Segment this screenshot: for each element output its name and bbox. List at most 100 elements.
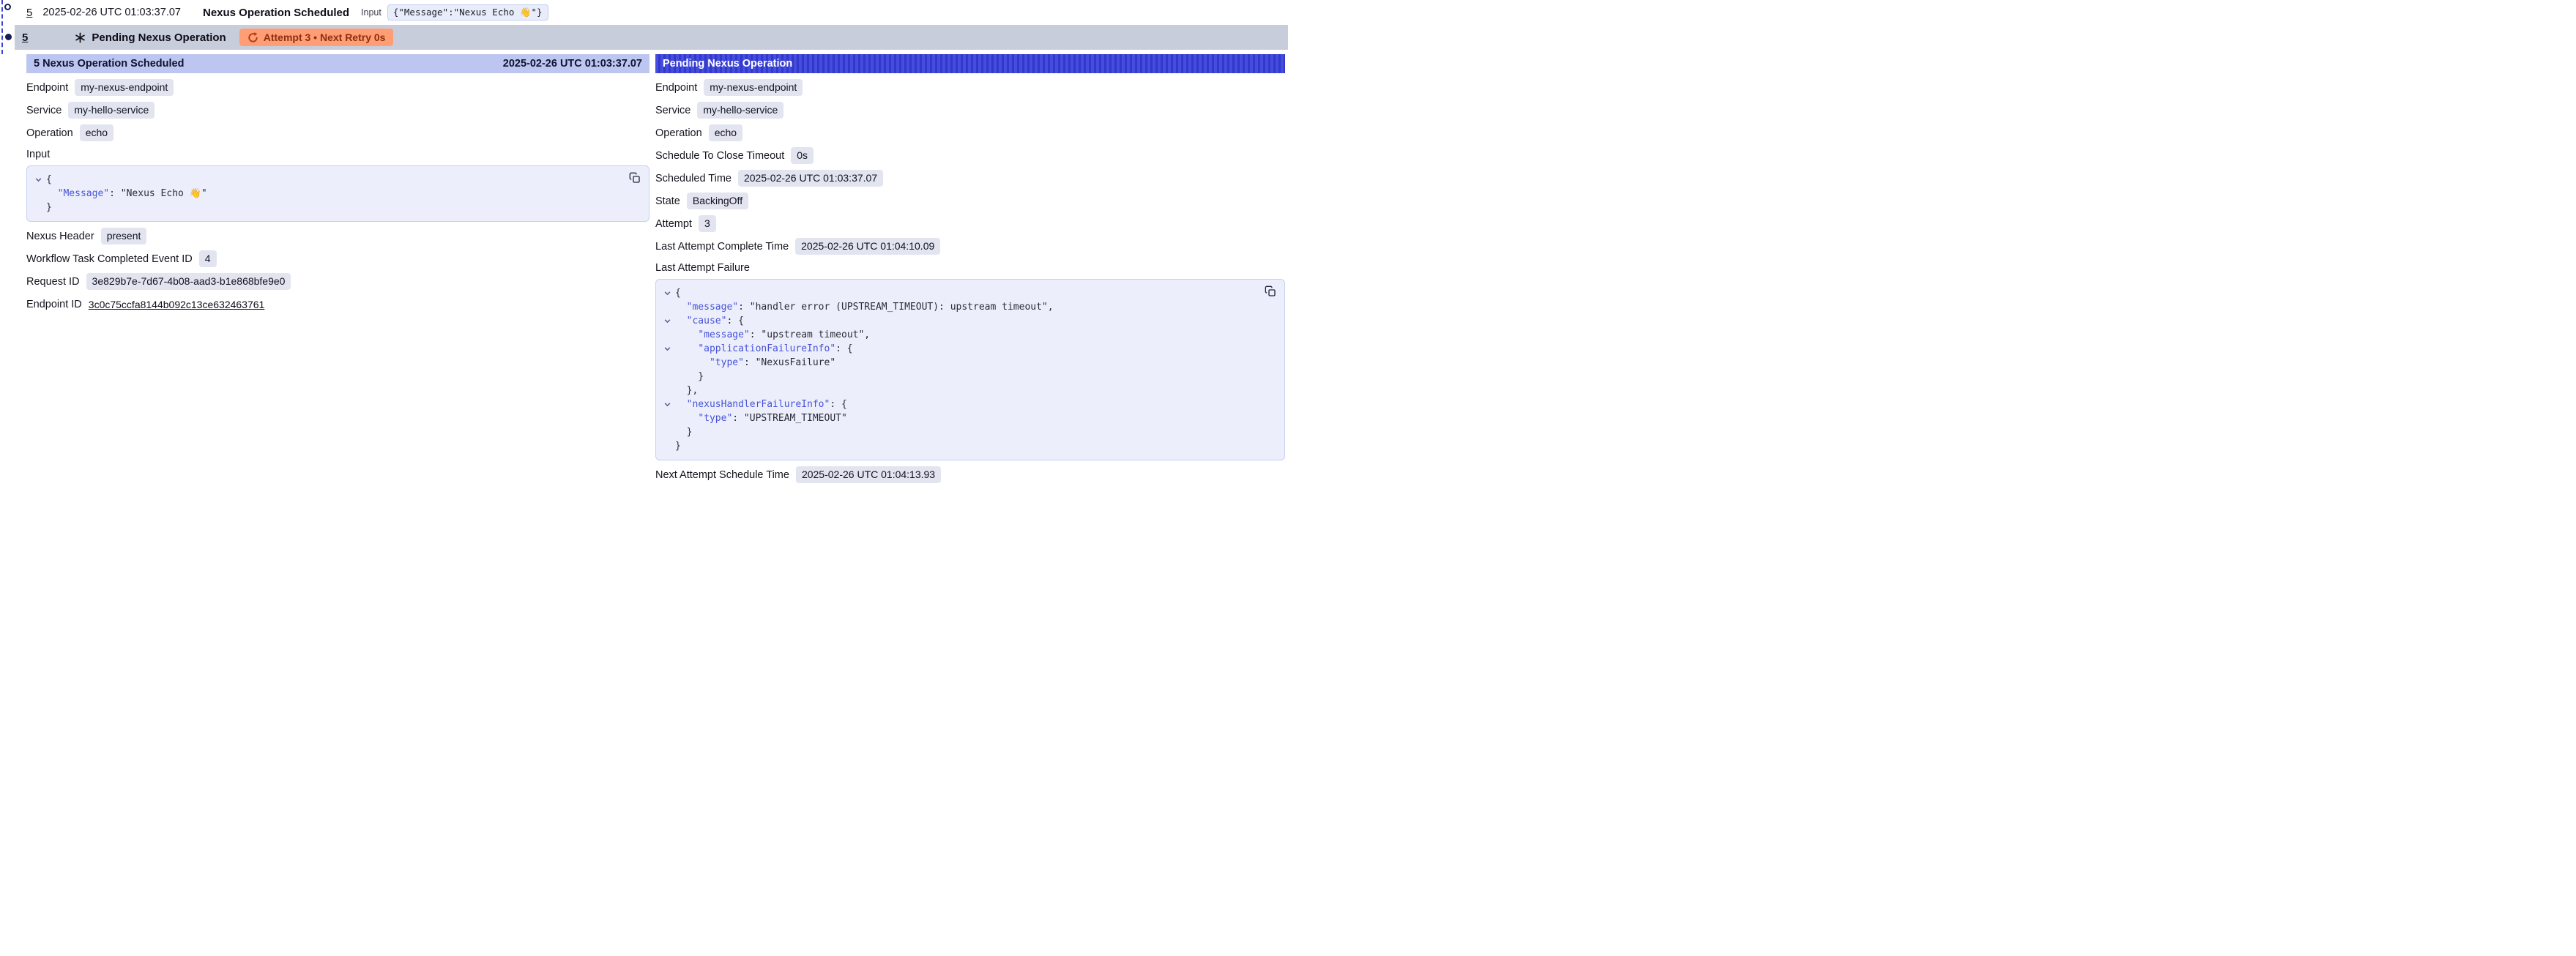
field-value-chip: 2025-02-26 UTC 01:04:13.93: [796, 466, 941, 483]
code-line-text: "Message": "Nexus Echo 👋": [46, 187, 207, 201]
fields-top: Endpoint my-nexus-endpoint Service my-he…: [655, 79, 1285, 255]
collapse-toggle-icon[interactable]: [659, 314, 675, 328]
field-label: Endpoint ID: [26, 299, 82, 310]
field-label: Service: [26, 105, 62, 116]
field-row: Service my-hello-service: [26, 102, 649, 119]
field-label: Next Attempt Schedule Time: [655, 469, 789, 481]
event-timeline: [0, 0, 16, 59]
collapse-toggle-icon[interactable]: [659, 397, 675, 411]
code-line-text: }: [675, 439, 681, 453]
event-title: Nexus Operation Scheduled: [203, 7, 349, 19]
code-gutter: [659, 411, 675, 425]
field-value-chip: 2025-02-26 UTC 01:03:37.07: [738, 170, 883, 187]
event-detail-panels: 5 Nexus Operation Scheduled 2025-02-26 U…: [0, 54, 1288, 489]
code-line-text: }: [675, 370, 704, 384]
pending-detail-panel: Pending Nexus Operation Endpoint my-nexu…: [655, 54, 1285, 489]
collapse-toggle-icon[interactable]: [30, 173, 46, 187]
code-lines: { "Message": "Nexus Echo 👋"}: [30, 173, 622, 214]
field-row: Endpoint my-nexus-endpoint: [655, 79, 1285, 96]
field-value-chip: 2025-02-26 UTC 01:04:10.09: [795, 238, 940, 255]
input-section-label: Input: [26, 149, 649, 160]
event-row-pending[interactable]: 5 Pending Nexus Operation Attempt 3 • Ne…: [15, 25, 1288, 50]
field-row: Endpoint my-nexus-endpoint: [26, 79, 649, 96]
code-line-text: "message": "handler error (UPSTREAM_TIME…: [675, 300, 1054, 314]
field-row: Operation echo: [655, 124, 1285, 141]
code-gutter: [30, 187, 46, 201]
field-value-chip: my-hello-service: [68, 102, 155, 119]
code-gutter: [659, 370, 675, 384]
field-row: Schedule To Close Timeout 0s: [655, 147, 1285, 164]
code-gutter: [659, 300, 675, 314]
event-id-link[interactable]: 5: [26, 7, 32, 19]
attempt-badge-label: Attempt 3 • Next Retry 0s: [264, 31, 386, 43]
code-gutter: [659, 384, 675, 397]
input-code-block: { "Message": "Nexus Echo 👋"}: [26, 165, 649, 222]
code-line-text: "nexusHandlerFailureInfo": {: [675, 397, 847, 411]
collapse-toggle-icon[interactable]: [659, 286, 675, 300]
code-line-text: "message": "upstream timeout",: [675, 328, 870, 342]
collapse-toggle-icon[interactable]: [659, 342, 675, 356]
panel-title: Pending Nexus Operation: [663, 58, 792, 70]
input-label: Input: [361, 7, 381, 18]
code-line-text: "type": "UPSTREAM_TIMEOUT": [675, 411, 847, 425]
field-value-chip: my-nexus-endpoint: [75, 79, 174, 96]
code-gutter: [30, 201, 46, 214]
field-row: Next Attempt Schedule Time 2025-02-26 UT…: [655, 466, 1285, 483]
field-row: Service my-hello-service: [655, 102, 1285, 119]
field-label: Workflow Task Completed Event ID: [26, 253, 193, 265]
field-label: Service: [655, 105, 690, 116]
code-line-text: "applicationFailureInfo": {: [675, 342, 853, 356]
endpoint-id-link[interactable]: 3c0c75ccfa8144b092c13ce632463761: [89, 299, 265, 310]
field-row: Attempt 3: [655, 215, 1285, 232]
field-value-chip: 3e829b7e-7d67-4b08-aad3-b1e868bfe9e0: [86, 273, 291, 290]
fields-top: Endpoint my-nexus-endpoint Service my-he…: [26, 79, 649, 141]
field-row: Last Attempt Complete Time 2025-02-26 UT…: [655, 238, 1285, 255]
field-label: Attempt: [655, 218, 692, 230]
input-preview-chip: {"Message":"Nexus Echo 👋"}: [387, 4, 548, 20]
event-title: Pending Nexus Operation: [92, 31, 226, 44]
panel-timestamp: 2025-02-26 UTC 01:03:37.07: [503, 58, 642, 70]
code-line-text: "type": "NexusFailure": [675, 356, 835, 370]
field-value-chip: my-hello-service: [697, 102, 783, 119]
field-row: Nexus Header present: [26, 228, 649, 244]
panel-title: 5 Nexus Operation Scheduled: [34, 58, 184, 70]
failure-section-label: Last Attempt Failure: [655, 262, 1285, 274]
code-gutter: [659, 425, 675, 439]
code-line-text: {: [46, 173, 52, 187]
timeline-dashed-line: [1, 0, 3, 54]
field-label: Scheduled Time: [655, 173, 732, 184]
field-label: Request ID: [26, 276, 80, 288]
field-label: Endpoint: [26, 82, 68, 94]
field-value-chip: 4: [199, 250, 217, 267]
code-line-text: "cause": {: [675, 314, 744, 328]
code-line-text: {: [675, 286, 681, 300]
timeline-dot-marker: [5, 34, 12, 40]
event-id-link[interactable]: 5: [22, 31, 28, 44]
asterisk-icon: [75, 32, 86, 43]
field-row: Scheduled Time 2025-02-26 UTC 01:03:37.0…: [655, 170, 1285, 187]
field-label: Operation: [26, 127, 73, 139]
field-label: Schedule To Close Timeout: [655, 150, 784, 162]
field-label: Endpoint: [655, 82, 697, 94]
field-row: Operation echo: [26, 124, 649, 141]
field-value-chip: echo: [80, 124, 113, 141]
event-row-scheduled[interactable]: 5 2025-02-26 UTC 01:03:37.07 Nexus Opera…: [0, 0, 1288, 25]
failure-code-block: { "message": "handler error (UPSTREAM_TI…: [655, 279, 1285, 460]
field-label: Operation: [655, 127, 702, 139]
copy-icon[interactable]: [629, 172, 641, 184]
field-label: State: [655, 195, 680, 207]
field-value-chip: 3: [699, 215, 716, 232]
panel-header-pending: Pending Nexus Operation: [655, 54, 1285, 73]
code-line-text: },: [675, 384, 698, 397]
code-gutter: [659, 439, 675, 453]
scheduled-detail-panel: 5 Nexus Operation Scheduled 2025-02-26 U…: [26, 54, 649, 318]
copy-icon[interactable]: [1265, 285, 1276, 297]
field-value-chip: present: [101, 228, 147, 244]
field-value-chip: BackingOff: [687, 193, 748, 209]
code-line-text: }: [46, 201, 52, 214]
field-value-chip: 0s: [791, 147, 814, 164]
field-label: Nexus Header: [26, 231, 94, 242]
panel-header-scheduled: 5 Nexus Operation Scheduled 2025-02-26 U…: [26, 54, 649, 73]
attempt-badge: Attempt 3 • Next Retry 0s: [239, 29, 394, 46]
field-label: Last Attempt Complete Time: [655, 241, 789, 253]
